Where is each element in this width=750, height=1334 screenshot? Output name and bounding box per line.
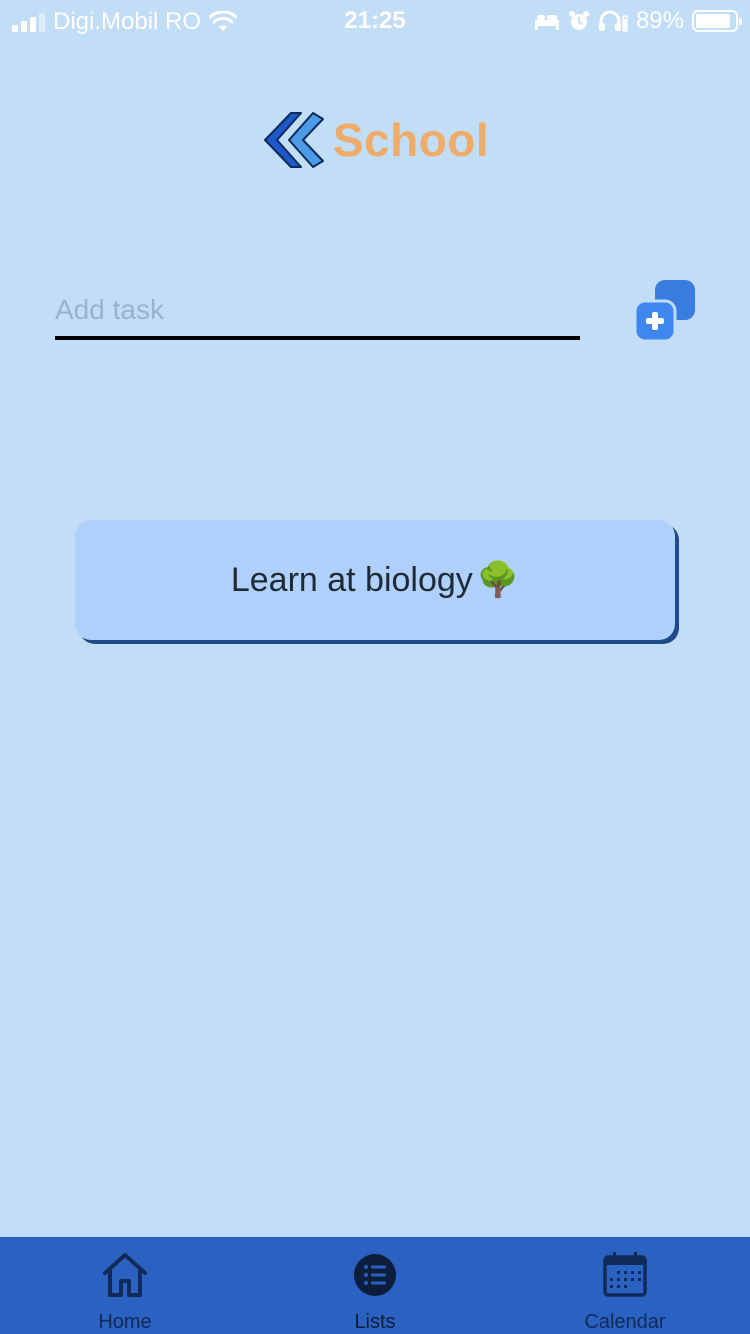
add-task-input[interactable] <box>55 284 580 336</box>
header: School <box>0 108 750 172</box>
tab-calendar[interactable]: Calendar <box>500 1237 750 1334</box>
home-icon <box>103 1253 147 1297</box>
tab-label-calendar: Calendar <box>584 1311 666 1333</box>
bottom-tab-bar: Home Lists Calendar <box>0 1237 750 1334</box>
calendar-icon <box>603 1252 647 1297</box>
add-task-button[interactable] <box>633 279 697 343</box>
battery-icon <box>692 10 742 32</box>
headphones-icon <box>598 10 628 32</box>
status-bar: Digi.Mobil RO 21:25 89% <box>0 0 750 40</box>
task-text: Learn at biology <box>230 560 473 599</box>
lists-screen: Digi.Mobil RO 21:25 89% School Add task … <box>0 0 750 1334</box>
task-card[interactable]: Learn at biology 🌳 <box>75 520 675 640</box>
battery-percent: 89% <box>635 7 684 34</box>
alarm-icon <box>568 11 589 30</box>
list-icon <box>354 1254 396 1296</box>
bed-icon <box>534 15 559 30</box>
battery-fill <box>696 14 730 28</box>
tab-lists[interactable]: Lists <box>250 1237 500 1334</box>
tab-label-home: Home <box>98 1311 152 1333</box>
tab-label-lists: Lists <box>354 1311 396 1333</box>
double-chevron-left-icon[interactable] <box>261 109 325 171</box>
task-input-wrapper <box>55 284 580 340</box>
status-right: 89% <box>534 7 742 35</box>
tab-home[interactable]: Home <box>0 1237 250 1334</box>
tree-emoji: 🌳 <box>476 561 520 599</box>
page-title: School <box>332 114 490 166</box>
